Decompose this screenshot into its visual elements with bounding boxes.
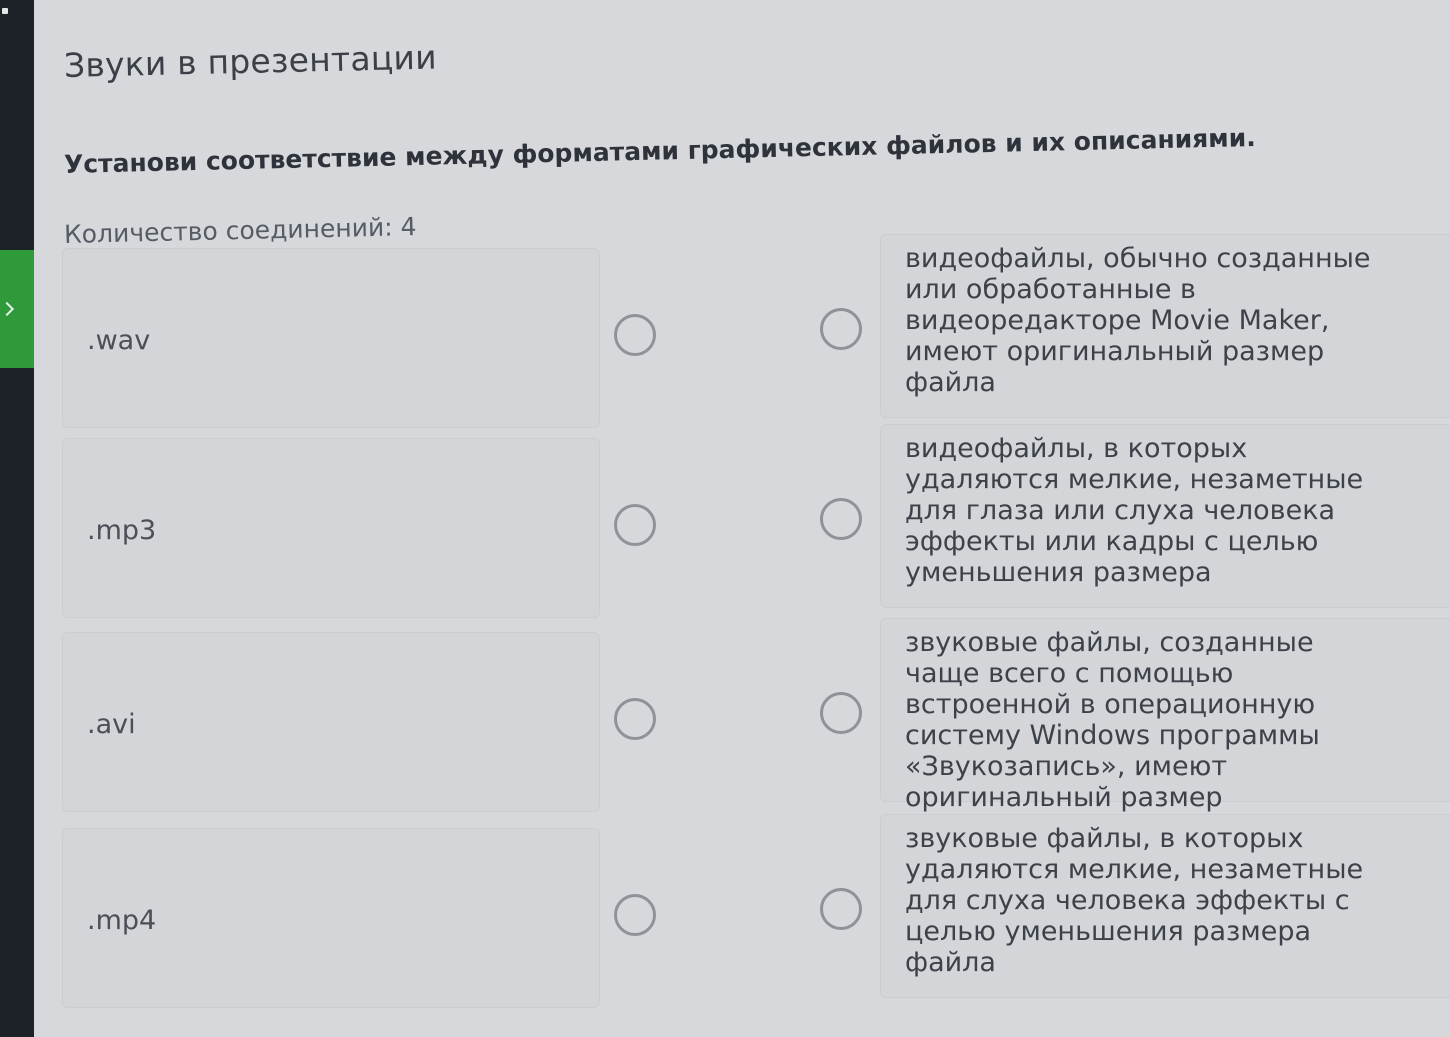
right-item-text: звуковые файлы, в которых удаляются мелк… (905, 823, 1364, 978)
right-item-card[interactable]: звуковые файлы, в которых удаляются мелк… (880, 814, 1450, 998)
left-item-card[interactable]: .mp4 (62, 828, 600, 1008)
main-content: Звуки в презентации Установи соответстви… (34, 0, 1450, 1037)
right-connector-radio[interactable] (820, 308, 862, 350)
left-item-label: .avi (87, 709, 136, 740)
right-item-text: видеофайлы, в которых удаляются мелкие, … (905, 433, 1364, 588)
left-connector-radio[interactable] (614, 894, 656, 936)
left-item-card[interactable]: .avi (62, 632, 600, 812)
right-item-card[interactable]: видеофайлы, обычно созданные или обработ… (880, 234, 1450, 418)
left-rail (0, 0, 34, 1037)
right-connector-radio[interactable] (820, 692, 862, 734)
right-connector-radio[interactable] (820, 498, 862, 540)
left-connector-radio[interactable] (614, 314, 656, 356)
left-connector-radio[interactable] (614, 504, 656, 546)
match-row: .wav видеофайлы, обычно созданные или об… (62, 234, 1450, 428)
left-item-label: .mp4 (87, 905, 157, 936)
chevron-right-icon (0, 301, 15, 317)
task-instruction: Установи соответствие между форматами гр… (63, 122, 1256, 179)
connections-count: Количество соединений: 4 (63, 212, 417, 249)
rail-active-tab[interactable] (0, 250, 34, 368)
right-connector-radio[interactable] (820, 888, 862, 930)
right-item-card[interactable]: видеофайлы, в которых удаляются мелкие, … (880, 424, 1450, 608)
left-connector-radio[interactable] (614, 698, 656, 740)
rail-mark (2, 8, 8, 14)
left-item-card[interactable]: .wav (62, 248, 600, 428)
left-item-card[interactable]: .mp3 (62, 438, 600, 618)
match-row: .avi звуковые файлы, созданные чаще всег… (62, 618, 1450, 813)
right-item-text: звуковые файлы, созданные чаще всего с п… (905, 627, 1320, 813)
left-item-label: .mp3 (87, 515, 157, 546)
page-title: Звуки в презентации (63, 37, 438, 85)
match-row: .mp4 звуковые файлы, в которых удаляются… (62, 814, 1450, 1008)
right-item-card[interactable]: звуковые файлы, созданные чаще всего с п… (880, 618, 1450, 813)
right-item-text: видеофайлы, обычно созданные или обработ… (905, 243, 1371, 398)
match-row: .mp3 видеофайлы, в которых удаляются мел… (62, 424, 1450, 618)
left-item-label: .wav (87, 325, 151, 356)
